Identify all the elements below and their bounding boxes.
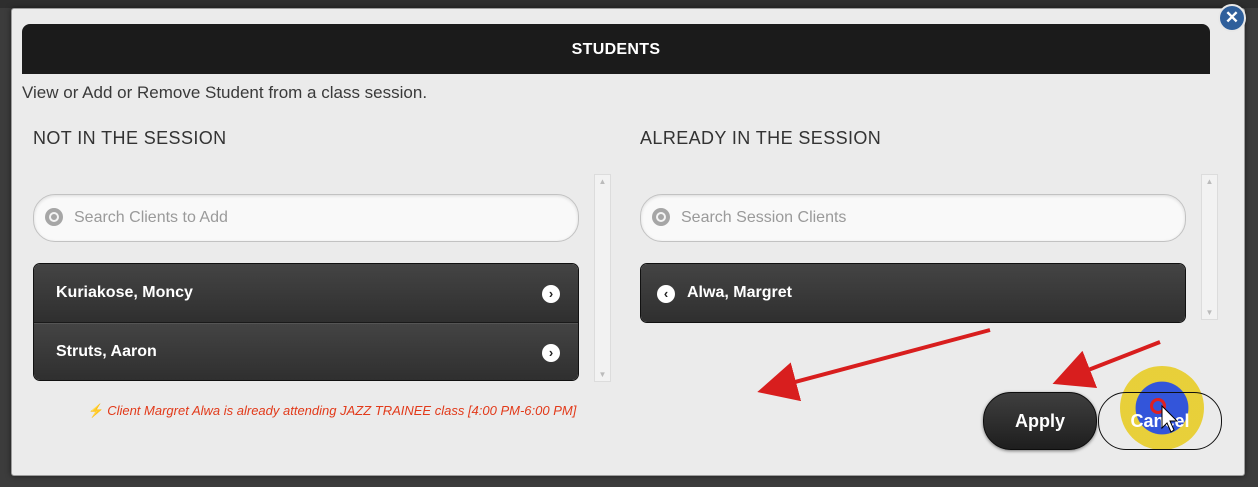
- mouse-cursor-icon: [1161, 404, 1179, 433]
- annotation-arrow-to-apply: [1052, 340, 1161, 389]
- annotation-arrow-to-warning: [757, 328, 991, 402]
- annotation-overlay: [757, 328, 1179, 433]
